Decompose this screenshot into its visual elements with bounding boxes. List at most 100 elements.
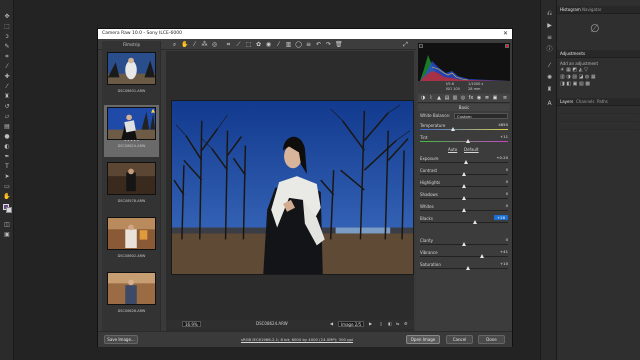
quick-select-tool-icon[interactable]: ✎ [3,44,11,50]
snapshots-tab-icon[interactable]: ▣ [492,95,498,101]
highlight-clipping-warning[interactable] [505,44,509,48]
adjustment-icons-row2[interactable]: ▥ ◑ ▨ ◪ ◍ ▦ [560,74,596,80]
slider-blacks[interactable]: Blacks +26 [420,215,508,227]
preferences-icon[interactable]: ≡ [305,41,312,48]
character-panel-icon[interactable]: A [546,100,553,107]
history-brush-tool-icon[interactable]: ↺ [3,104,11,110]
delete-icon[interactable]: 🗑 [335,41,343,48]
slider-thumb[interactable] [466,139,471,143]
panel-menu-icon[interactable]: ≡ [502,95,508,101]
swap-settings-icon[interactable]: ⇆ [396,321,399,326]
detail-tab-icon[interactable]: ▲ [436,95,442,101]
slider-value-field[interactable]: 0 [494,237,508,242]
healing-tool-icon[interactable]: ✚ [3,74,11,80]
slider-whites[interactable]: Whites 0 [420,203,508,215]
open-image-button[interactable]: Open Image [406,335,440,344]
tone-curve-tab-icon[interactable]: ⌇ [428,95,434,101]
slider-thumb[interactable] [473,220,478,224]
slider-thumb[interactable] [466,266,471,270]
slider-highlights[interactable]: Highlights 0 [420,179,508,191]
gradient-tool-icon[interactable]: ▤ [3,124,11,130]
color-sampler-icon[interactable]: ⁂ [201,41,208,48]
preview-image[interactable] [171,100,414,275]
hsl-tab-icon[interactable]: ▤ [444,95,450,101]
cancel-button[interactable]: Cancel [446,335,473,344]
star-rating[interactable]: • • • • • [104,139,159,143]
history-panel-icon[interactable]: ⎌ [546,10,553,17]
tab-navigator[interactable]: Navigator [582,7,602,12]
previous-image-icon[interactable]: ◀ [330,321,333,326]
blur-tool-icon[interactable]: ● [3,134,11,140]
adjustment-icons-row3[interactable]: ◨ ◧ ▣ ▧ ▩ [560,81,590,87]
target-adjust-icon[interactable]: ◎ [211,41,218,48]
slider-clarity[interactable]: Clarity 0 [420,237,508,249]
tab-layers[interactable]: Layers [560,99,573,104]
slider-value-field[interactable]: 0 [494,167,508,172]
stamp-tool-icon[interactable]: ♜ [3,94,11,100]
presets-tab-icon[interactable]: ≣ [484,95,490,101]
rotate-right-icon[interactable]: ↷ [325,41,332,48]
adjustment-brush-icon[interactable]: ⁄ [275,41,282,48]
graduated-filter-icon[interactable]: ▥ [285,41,292,48]
slider-track[interactable] [420,256,508,257]
slider-value-field[interactable]: 0 [494,191,508,196]
crop-tool-icon[interactable]: ⌗ [225,41,232,48]
next-image-icon[interactable]: ▶ [369,321,372,326]
layer-filter-row[interactable] [559,109,638,114]
before-after-icon[interactable]: ◧ [388,321,392,326]
close-icon[interactable]: ✕ [503,29,508,39]
slider-thumb[interactable] [462,208,466,212]
blend-mode-row[interactable] [559,117,638,122]
slider-exposure[interactable]: Exposure +0.20 [420,155,508,167]
red-eye-icon[interactable]: ◉ [265,41,272,48]
eraser-tool-icon[interactable]: ▱ [3,114,11,120]
spot-removal-icon[interactable]: ✿ [255,41,262,48]
background-color-swatch[interactable] [6,207,12,213]
tab-channels[interactable]: Channels [576,99,595,104]
type-tool-icon[interactable]: T [3,164,11,170]
slider-contrast[interactable]: Contrast 0 [420,167,508,179]
slider-track[interactable] [420,129,508,130]
adjustment-icons-row1[interactable]: ☀ ▦ ◩ ◭ ▽ [560,67,588,73]
move-tool-icon[interactable]: ✥ [3,14,11,20]
rotate-left-icon[interactable]: ↶ [315,41,322,48]
brush-tool-icon[interactable]: ⁄ [3,84,11,90]
film-item[interactable]: DSC08628.ARW [104,270,159,322]
slider-value-field[interactable]: +0.20 [494,155,508,160]
tab-histogram[interactable]: Histogram [560,7,581,12]
slider-track[interactable] [420,222,508,223]
slider-thumb[interactable] [462,172,466,176]
straighten-tool-icon[interactable]: ⟋ [235,41,242,48]
auto-link[interactable]: Auto [448,147,457,152]
white-balance-select[interactable]: Custom [454,113,508,119]
slider-shadows[interactable]: Shadows 0 [420,191,508,203]
clone-source-icon[interactable]: ♜ [546,86,553,93]
properties-panel-icon[interactable]: ≡ [546,34,553,41]
lasso-tool-icon[interactable]: ↄ [3,34,11,40]
transform-tool-icon[interactable]: ⬚ [245,41,252,48]
white-balance-tool-icon[interactable]: ⁄ [191,41,198,48]
slider-vibrance[interactable]: Vibrance +41 [420,249,508,261]
brush-presets-icon[interactable]: ✺ [546,74,553,81]
slider-value-field[interactable]: 0 [494,179,508,184]
default-link[interactable]: Default [464,147,479,152]
tab-paths[interactable]: Paths [597,99,608,104]
lens-tab-icon[interactable]: ◎ [460,95,466,101]
effects-tab-icon[interactable]: fx [468,95,474,101]
slider-value-field[interactable]: +26 [494,215,508,220]
preview-toggle-icon[interactable]: ▯ [380,321,382,326]
slider-tint[interactable]: Tint +11 [420,134,508,146]
workflow-options-link[interactable]: sRGB IEC61966-2.1; 8 bit; 6000 by 4000 (… [241,337,353,342]
fullscreen-icon[interactable]: ⤢ [402,41,409,48]
basic-tab-icon[interactable]: ◑ [420,95,426,101]
slider-value-field[interactable]: +10 [494,261,508,266]
pen-tool-icon[interactable]: ✒ [3,154,11,160]
tab-adjustments[interactable]: Adjustments [560,51,585,56]
slider-temperature[interactable]: Temperature 4650 [420,122,508,134]
slider-track[interactable] [420,268,508,269]
film-item[interactable]: DSC08631.ARW [104,50,159,102]
slider-value-field[interactable]: 4650 [494,122,508,127]
slider-thumb[interactable] [462,184,466,188]
save-image-button[interactable]: Save Image... [104,335,138,344]
screen-mode-icon[interactable]: ▣ [3,232,11,238]
